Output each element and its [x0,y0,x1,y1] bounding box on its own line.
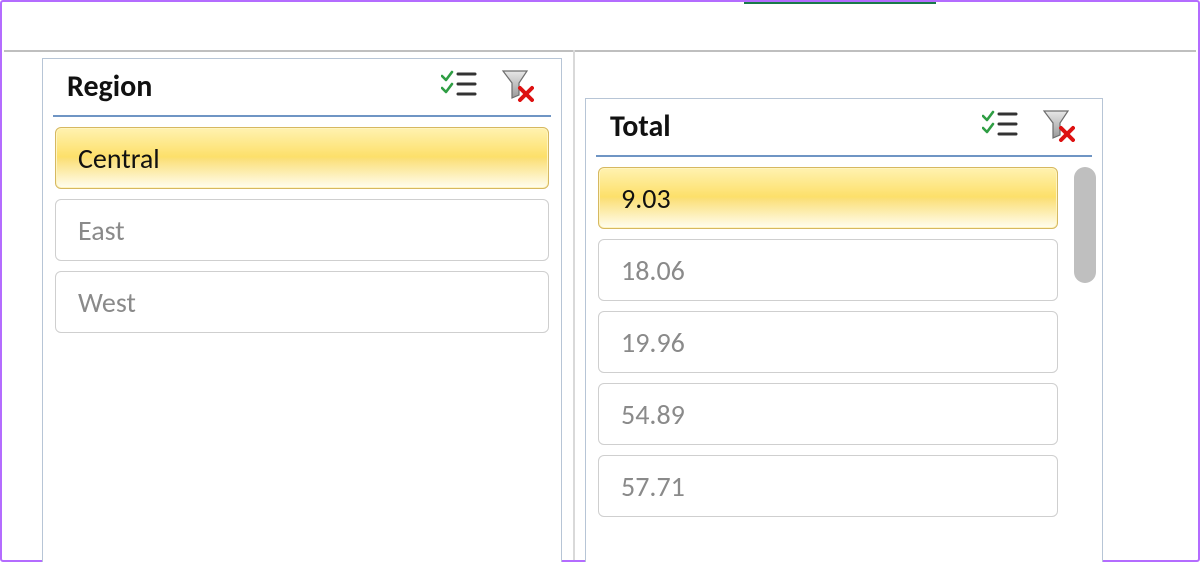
slicer-item-label: Central [78,141,160,176]
slicer-item[interactable]: 9.03 [598,167,1058,229]
app-frame: Region [0,0,1200,562]
slicer-item-east[interactable]: East [55,199,549,261]
worksheet-top-strip [4,2,1196,52]
slicer-items-wrap: 9.03 18.06 19.96 54.89 57.71 [586,157,1102,517]
slicer-title: Region [67,68,439,102]
multi-select-icon[interactable] [980,105,1020,145]
accent-underline [744,2,936,4]
clear-filter-icon[interactable] [497,65,537,105]
gridline-vertical [573,50,575,560]
slicer-region[interactable]: Region [42,58,562,562]
slicer-items-wrap: Central East West [43,117,561,333]
slicer-items: 9.03 18.06 19.96 54.89 57.71 [598,167,1058,517]
multi-select-icon[interactable] [439,65,479,105]
scrollbar-thumb[interactable] [1074,167,1096,283]
slicer-header-icons [980,105,1078,145]
slicer-item-central[interactable]: Central [55,127,549,189]
slicer-item-west[interactable]: West [55,271,549,333]
slicer-item-label: 54.89 [621,397,685,432]
slicer-item[interactable]: 18.06 [598,239,1058,301]
slicer-item-label: 57.71 [621,469,685,504]
slicer-header: Total [596,99,1092,157]
slicer-item[interactable]: 57.71 [598,455,1058,517]
slicer-total[interactable]: Total [585,98,1103,562]
clear-filter-icon[interactable] [1038,105,1078,145]
column-divider [575,2,577,50]
slicer-title: Total [610,108,980,142]
slicer-header: Region [53,59,551,117]
slicer-item-label: 18.06 [621,253,685,288]
slicer-item-label: East [78,213,125,248]
slicer-item-label: 19.96 [621,325,685,360]
slicer-items: Central East West [55,127,549,333]
slicer-header-icons [439,65,537,105]
slicer-item[interactable]: 54.89 [598,383,1058,445]
slicer-item-label: 9.03 [621,181,671,216]
slicer-item[interactable]: 19.96 [598,311,1058,373]
slicer-item-label: West [78,285,136,320]
